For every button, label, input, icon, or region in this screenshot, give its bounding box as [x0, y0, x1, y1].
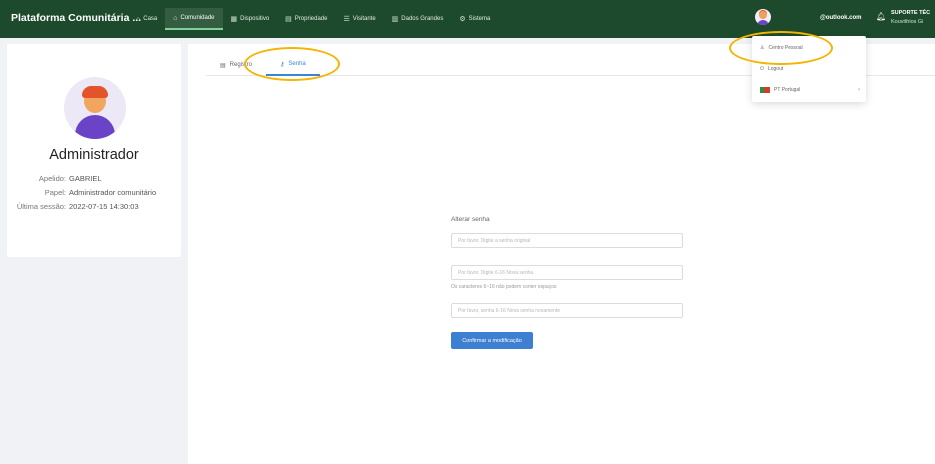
- highlight-ellipse-personal-center: [729, 31, 833, 65]
- confirm-button[interactable]: Confirmar a modificação: [451, 332, 533, 349]
- field-label: Apelido:: [38, 174, 66, 183]
- nav-item-label: Comunidade: [180, 15, 215, 21]
- nav-item-dispositivo[interactable]: ▦ Dispositivo: [223, 8, 278, 30]
- visitor-icon: ☰: [343, 16, 350, 23]
- nav-item-label: Dispositivo: [240, 16, 270, 22]
- confirm-password-input[interactable]: [451, 303, 683, 318]
- chart-icon: ▥: [391, 16, 399, 23]
- field-label: Papel:: [44, 188, 66, 197]
- community-icon: ⌂: [173, 14, 178, 22]
- new-password-input[interactable]: [451, 265, 683, 280]
- bell-icon[interactable]: 🔔︎: [876, 12, 886, 21]
- form-title: Alterar senha: [451, 216, 490, 223]
- support-subtitle: Kouvithios Gi: [891, 19, 924, 25]
- nav-item-visitante[interactable]: ☰ Visitante: [335, 8, 383, 30]
- support-info[interactable]: SUPORTE TÉC Kouvithios Gi: [891, 9, 930, 27]
- nav-item-comunidade[interactable]: ⌂ Comunidade: [165, 8, 223, 30]
- field-value: Administrador comunitário: [69, 188, 157, 197]
- field-value: 2022-07-15 14:30:03: [69, 202, 139, 211]
- user-email[interactable]: @outlook.com: [820, 15, 862, 21]
- document-icon: ▤: [220, 62, 226, 69]
- current-password-input[interactable]: [451, 233, 683, 248]
- change-password-form: Alterar senha Os caracteres 6~16 não pod…: [451, 216, 683, 349]
- support-title: SUPORTE TÉC: [891, 10, 931, 16]
- profile-card: Administrador Apelido: GABRIEL Papel: Admi…: [7, 44, 181, 257]
- main-nav: ⌂ Casa ⌂ Comunidade ▦ Dispositivo ▤ Prop…: [128, 0, 498, 38]
- nav-item-label: Dados Grandes: [401, 16, 444, 22]
- nav-item-label: Casa: [143, 16, 158, 22]
- avatar: [755, 9, 771, 25]
- property-icon: ▤: [285, 16, 292, 23]
- profile-name: Administrador: [49, 147, 139, 163]
- field-label: Última sessão:: [16, 202, 66, 211]
- settings-icon: ⚙: [459, 16, 466, 23]
- field-value: GABRIEL: [69, 174, 102, 183]
- nav-item-label: Propriedade: [294, 16, 328, 22]
- main-panel: ▤ Registro ⚷ Senha Alterar senha Os cara…: [188, 44, 935, 464]
- user-avatar-button[interactable]: [755, 9, 771, 25]
- nav-item-casa[interactable]: ⌂ Casa: [128, 8, 165, 30]
- profile-field-last-session: Última sessão: 2022-07-15 14:30:03: [7, 202, 139, 211]
- profile-field-role: Papel: Administrador comunitário: [7, 188, 156, 197]
- nav-item-label: Visitante: [352, 16, 376, 22]
- brand-title[interactable]: Plataforma Comunitária ...: [11, 12, 141, 24]
- menu-item-label: Logout: [767, 66, 784, 72]
- nav-item-label: Sistema: [468, 16, 491, 22]
- logout-icon: ⏻: [760, 66, 764, 72]
- menu-item-language[interactable]: PT Portugal ›: [752, 81, 866, 99]
- profile-field-nickname: Apelido: GABRIEL: [7, 174, 102, 183]
- menu-item-label: PT Portugal: [774, 87, 801, 93]
- flag-icon: [760, 87, 770, 93]
- nav-item-sistema[interactable]: ⚙ Sistema: [451, 8, 498, 30]
- profile-avatar: [64, 77, 126, 139]
- nav-item-propriedade[interactable]: ▤ Propriedade: [277, 8, 335, 30]
- device-icon: ▦: [230, 16, 238, 23]
- nav-item-dados-grandes[interactable]: ▥ Dados Grandes: [384, 8, 452, 30]
- home-icon: ⌂: [136, 15, 141, 23]
- highlight-ellipse-senha-tab: [244, 47, 340, 81]
- chevron-right-icon: ›: [858, 87, 860, 93]
